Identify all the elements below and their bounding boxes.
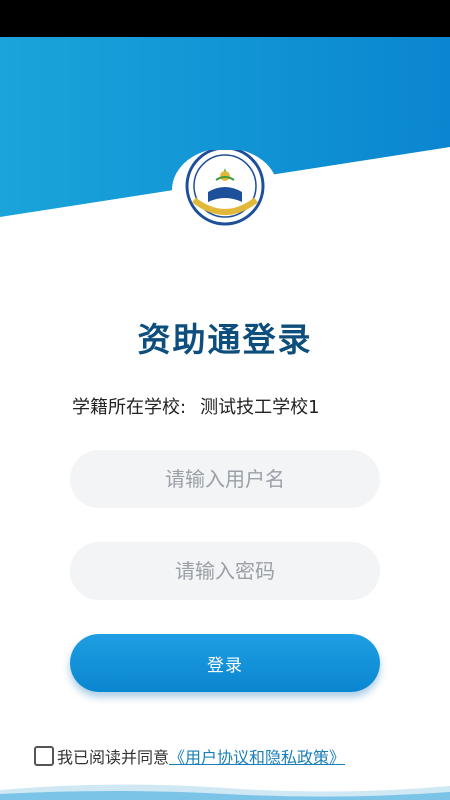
password-input[interactable] [70, 542, 380, 600]
school-label: 学籍所在学校: [72, 397, 187, 418]
school-emblem-icon [172, 146, 278, 232]
status-bar [0, 0, 450, 37]
page-title: 资助通登录 [137, 320, 313, 359]
school-info: 学籍所在学校: 测试技工学校1 [72, 393, 320, 419]
login-button[interactable]: 登录 [70, 634, 380, 692]
school-logo [172, 146, 278, 232]
username-input[interactable] [70, 450, 380, 508]
footer-wave [0, 784, 450, 800]
school-value: 测试技工学校1 [200, 397, 320, 418]
